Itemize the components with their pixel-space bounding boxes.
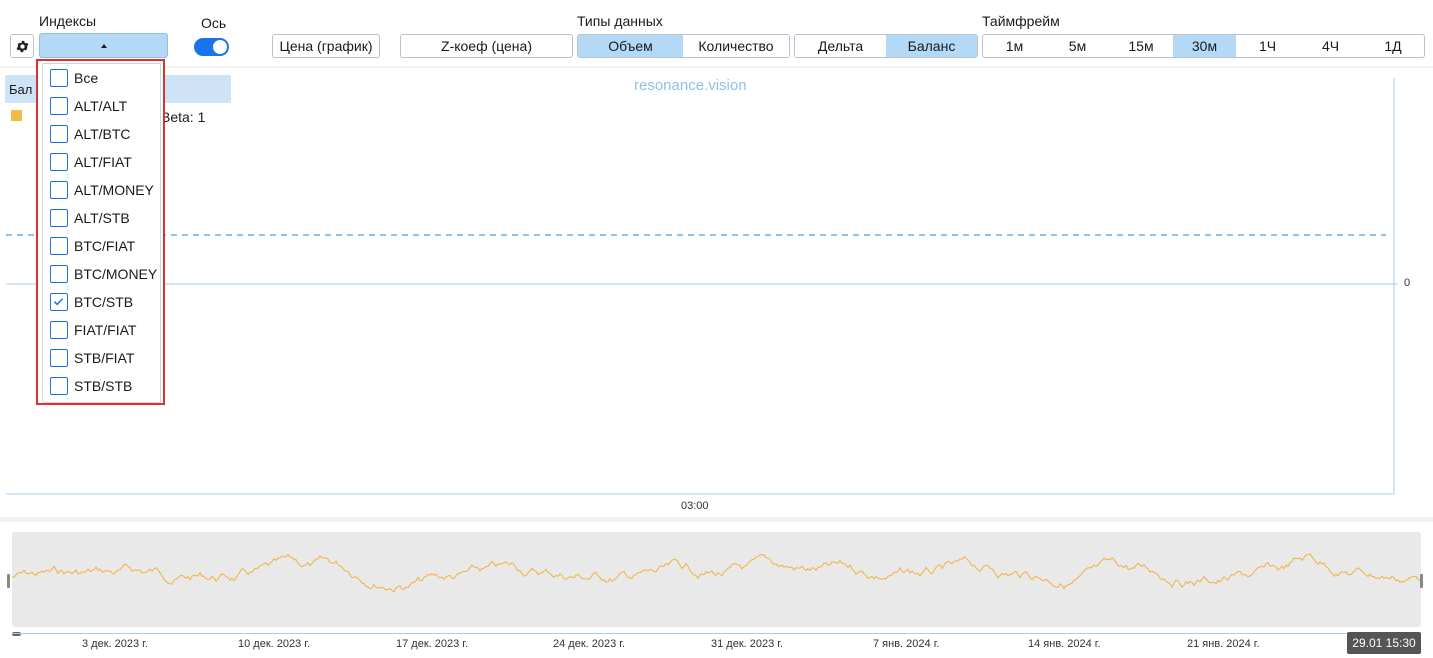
axis-toggle[interactable] (194, 38, 229, 56)
dropdown-item[interactable]: ALT/ALT (43, 92, 160, 120)
current-time-badge: 29.01 15:30 (1347, 632, 1421, 654)
nav-date-label: 17 дек. 2023 г. (396, 638, 469, 650)
dropdown-item-label: ALT/MONEY (74, 182, 154, 198)
legend-title: Бал (9, 82, 33, 97)
dropdown-item[interactable]: STB/STB (43, 372, 160, 400)
checkbox[interactable] (50, 97, 68, 115)
checkbox[interactable] (50, 181, 68, 199)
toolbar: Индексы Ось Типы данных Таймфрейм Цена (… (0, 0, 1433, 66)
checkbox[interactable] (50, 153, 68, 171)
legend-color-swatch (11, 110, 22, 121)
timeframe-1m[interactable]: 1м (983, 35, 1046, 57)
dropdown-item-label: Все (74, 70, 99, 86)
gear-icon (16, 40, 28, 52)
dropdown-item-label: BTC/STB (74, 294, 134, 310)
timeframe-15m[interactable]: 15м (1109, 35, 1173, 57)
data-types-label: Типы данных (577, 13, 663, 29)
nav-date-label: 7 янв. 2024 г. (873, 638, 940, 650)
dropdown-item-label: STB/STB (74, 378, 133, 394)
dropdown-item[interactable]: ALT/FIAT (43, 148, 160, 176)
dropdown-item-label: BTC/FIAT (74, 238, 136, 254)
axis-label: Ось (201, 15, 227, 31)
dropdown-item[interactable]: BTC/FIAT (43, 232, 160, 260)
mode-balance[interactable]: Баланс (886, 35, 977, 57)
dropdown-item[interactable]: BTC/MONEY (43, 260, 160, 288)
timeframe-group: 1м 5м 15м 30м 1Ч 4Ч 1Д (982, 34, 1425, 58)
checkbox[interactable] (50, 377, 68, 395)
dropdown-item[interactable]: STB/FIAT (43, 344, 160, 372)
app-root: Индексы Ось Типы данных Таймфрейм Цена (… (0, 0, 1433, 658)
mode-group: Дельта Баланс (794, 34, 978, 58)
legend-beta: Beta: 1 (161, 109, 206, 125)
checkbox[interactable] (50, 321, 68, 339)
timeframe-4h[interactable]: 4Ч (1299, 35, 1362, 57)
zcoef-button[interactable]: Z-коеф (цена) (400, 34, 573, 58)
indices-dropdown: Все ALT/ALT ALT/BTC ALT/FIAT ALT/MONEY ALT/ST… (36, 59, 165, 405)
dropdown-item[interactable]: BTC/STB (43, 288, 160, 316)
navigator-line (12, 553, 1421, 593)
data-types-group: Объем Количество (577, 34, 790, 58)
dropdown-item-label: ALT/STB (74, 210, 130, 226)
navigator-area[interactable] (12, 532, 1421, 627)
chart-gridlines (6, 78, 1398, 495)
nav-date-label: 14 янв. 2024 г. (1028, 638, 1101, 650)
navigator-right-handle[interactable] (1420, 574, 1423, 588)
price-chart-button[interactable]: Цена (график) (272, 34, 380, 58)
checkbox[interactable] (50, 293, 68, 311)
settings-button[interactable] (10, 34, 34, 58)
timeframe-1h[interactable]: 1Ч (1236, 35, 1299, 57)
timeframe-30m[interactable]: 30м (1173, 35, 1236, 57)
y-zero-label: 0 (1404, 277, 1411, 289)
dropdown-item[interactable]: ALT/MONEY (43, 176, 160, 204)
navigator-series (12, 553, 1421, 593)
navigator-panel: 3 дек. 2023 г. 10 дек. 2023 г. 17 дек. 2… (0, 522, 1433, 658)
checkbox[interactable] (50, 265, 68, 283)
dropdown-item-label: ALT/BTC (74, 126, 131, 142)
checkbox[interactable] (50, 349, 68, 367)
indices-dropdown-list: Все ALT/ALT ALT/BTC ALT/FIAT ALT/MONEY ALT/ST… (42, 63, 161, 403)
timeframe-1d[interactable]: 1Д (1362, 35, 1424, 57)
watermark: resonance.vision (634, 77, 747, 94)
mode-delta[interactable]: Дельта (795, 35, 886, 57)
checkbox[interactable] (50, 209, 68, 227)
dropdown-item-label: ALT/FIAT (74, 154, 132, 170)
timeframe-label: Таймфрейм (982, 13, 1060, 29)
checkmark-icon (53, 298, 64, 306)
indices-label: Индексы (39, 13, 97, 29)
checkbox[interactable] (50, 125, 68, 143)
x-time-label: 03:00 (681, 500, 709, 512)
nav-date-label: 21 янв. 2024 г. (1187, 638, 1260, 650)
dropdown-item[interactable]: FIAT/FIAT (43, 316, 160, 344)
dropdown-item[interactable]: ALT/STB (43, 204, 160, 232)
toggle-knob (213, 40, 227, 54)
nav-date-label: 31 дек. 2023 г. (711, 638, 784, 650)
checkbox[interactable] (50, 69, 68, 87)
nav-date-label: 24 дек. 2023 г. (553, 638, 626, 650)
data-type-volume[interactable]: Объем (578, 35, 683, 57)
dropdown-item-label: FIAT/FIAT (74, 322, 137, 338)
nav-date-label: 3 дек. 2023 г. (82, 638, 148, 650)
timeframe-5m[interactable]: 5м (1046, 35, 1109, 57)
nav-date-label: 10 дек. 2023 г. (238, 638, 311, 650)
legend-row (11, 110, 22, 121)
dropdown-item-label: STB/FIAT (74, 350, 135, 366)
dropdown-item-label: ALT/ALT (74, 98, 128, 114)
data-type-count[interactable]: Количество (683, 35, 789, 57)
caret-up-icon (100, 43, 107, 48)
dropdown-item[interactable]: Все (43, 64, 160, 92)
checkbox[interactable] (50, 237, 68, 255)
indices-select[interactable] (39, 33, 168, 58)
navigator-axis (12, 633, 1421, 634)
main-chart[interactable]: Бал Beta: 1 resonance.vision 0 03:00 (0, 68, 1433, 517)
dropdown-item-label: BTC/MONEY (74, 266, 158, 282)
dropdown-item[interactable]: ALT/BTC (43, 120, 160, 148)
navigator-left-handle[interactable] (7, 574, 10, 588)
